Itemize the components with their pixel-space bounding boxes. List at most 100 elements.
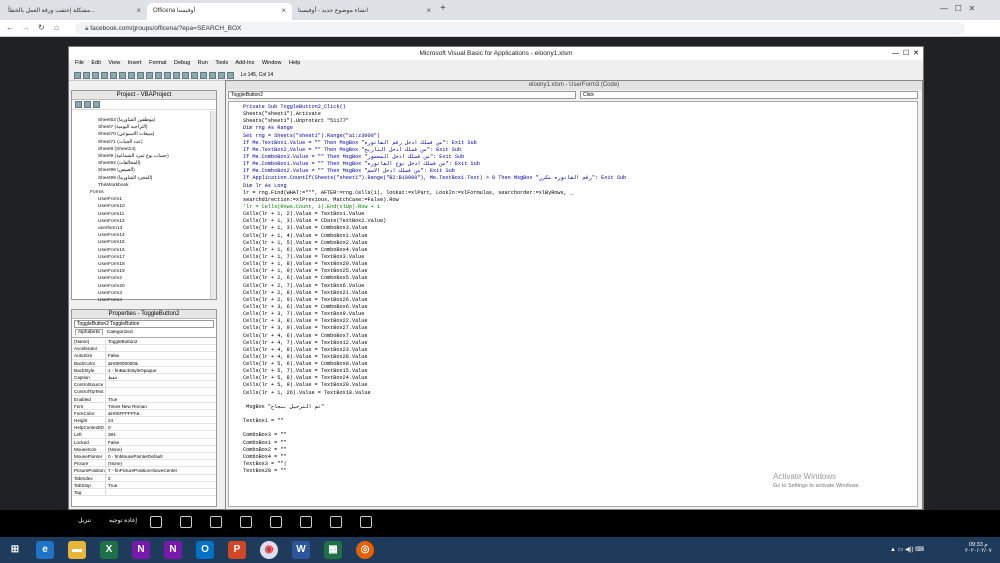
copy-icon[interactable] — [110, 72, 117, 79]
menu-run[interactable]: Run — [198, 60, 208, 66]
tree-item[interactable]: UserForm2 — [98, 275, 169, 282]
view-object-icon[interactable] — [84, 101, 91, 108]
tree-item[interactable]: Sheet71 (عدد الجبات) — [98, 139, 169, 146]
property-row[interactable]: AutoSize False — [72, 352, 216, 360]
property-row[interactable]: Accelerator — [72, 345, 216, 353]
tree-item[interactable]: UserForm18 — [98, 261, 169, 268]
menu-tools[interactable]: Tools — [215, 60, 228, 66]
tree-item[interactable]: UserForm19 — [98, 268, 169, 275]
tree-item[interactable]: UserForm4 — [98, 297, 169, 304]
menu-addins[interactable]: Add-Ins — [235, 60, 254, 66]
rotate-icon[interactable] — [270, 516, 282, 528]
procedure-combo[interactable]: Click — [580, 91, 918, 99]
home-icon[interactable]: ⌂ — [54, 23, 59, 32]
outlook-icon[interactable]: O — [196, 541, 214, 559]
share-icon[interactable] — [150, 516, 162, 528]
property-row[interactable]: Height 24 — [72, 417, 216, 425]
property-value[interactable]: 0 — [106, 424, 111, 430]
property-row[interactable]: Locked False — [72, 438, 216, 446]
tree-item[interactable]: Sheet96 (الصيص) — [98, 167, 169, 174]
ie-icon[interactable]: e — [36, 541, 54, 559]
onenote-icon[interactable]: N — [132, 541, 150, 559]
tree-folder-forms[interactable]: Forms — [90, 189, 169, 196]
excel-icon[interactable]: X — [100, 541, 118, 559]
tree-item[interactable]: Sheet92 (المخالفات) — [98, 160, 169, 167]
tree-item[interactable]: UserForm14 — [98, 232, 169, 239]
powerpoint-icon[interactable]: P — [228, 541, 246, 559]
firefox-icon[interactable]: ◎ — [356, 541, 374, 559]
property-value[interactable]: (None) — [106, 446, 122, 452]
property-row[interactable]: TabIndex 2 — [72, 474, 216, 482]
menu-window[interactable]: Window — [262, 60, 282, 66]
property-value[interactable]: حفظ — [106, 374, 118, 380]
tree-item[interactable]: UserForm10 — [98, 203, 169, 210]
property-value[interactable]: False — [106, 439, 119, 445]
undo-icon[interactable] — [137, 72, 144, 79]
more-icon[interactable] — [360, 516, 372, 528]
toolbox-icon[interactable] — [218, 72, 225, 79]
tree-item[interactable]: UserForm12 — [98, 218, 169, 225]
forward-link[interactable]: إعادة توجيه — [109, 517, 137, 524]
property-value[interactable]: ToggleButton2 — [106, 338, 137, 344]
back-icon[interactable]: ← — [6, 23, 14, 32]
word-icon[interactable]: W — [292, 541, 310, 559]
fullscreen-icon[interactable] — [330, 516, 342, 528]
excel-2-icon[interactable]: ▦ — [324, 541, 342, 559]
tree-item[interactable]: Sheet9 (حساب نوع تمرد الشماعية) — [98, 153, 169, 160]
find-icon[interactable] — [128, 72, 135, 79]
crop-icon[interactable] — [240, 516, 252, 528]
property-value[interactable]: &H00000000& — [106, 360, 138, 366]
menu-insert[interactable]: Insert — [128, 60, 142, 66]
property-value[interactable]: 2 — [106, 475, 111, 481]
object-browser-icon[interactable] — [209, 72, 216, 79]
close-icon[interactable]: × — [281, 6, 286, 15]
start-icon[interactable]: ⊞ — [6, 541, 24, 559]
tab-categorized[interactable]: Categorized — [105, 330, 135, 335]
vba-window-controls[interactable]: — ☐ ✕ — [892, 49, 919, 57]
tree-item[interactable]: ThisWorkbook — [98, 182, 169, 189]
tree-item[interactable]: Sheet7 (التراجيه اليومية) — [98, 124, 169, 131]
browser-tab-1[interactable]: مشكلة إختفت ورقة العمل بالخطأ... × — [2, 3, 147, 20]
property-value[interactable]: (None) — [106, 460, 122, 466]
browser-tab-2[interactable]: Officena أوفيسنا × — [147, 3, 292, 20]
window-controls[interactable]: — ☐ ✕ — [940, 4, 975, 13]
break-icon[interactable] — [164, 72, 171, 79]
tree-item[interactable]: Sheet99 (المجرد الشاورما) — [98, 175, 169, 182]
options-icon[interactable] — [300, 516, 312, 528]
tab-alphabetic[interactable]: Alphabetic — [75, 329, 104, 335]
help-icon[interactable] — [227, 72, 234, 79]
onenote-2-icon[interactable]: N — [164, 541, 182, 559]
property-row[interactable]: HelpContextID 0 — [72, 424, 216, 432]
property-row[interactable]: MouseIcon (None) — [72, 445, 216, 453]
property-value[interactable]: True — [106, 482, 117, 488]
menu-help[interactable]: Help — [289, 60, 300, 66]
property-row[interactable]: ControlSource — [72, 381, 216, 389]
menu-debug[interactable]: Debug — [174, 60, 190, 66]
menu-view[interactable]: View — [108, 60, 120, 66]
menu-edit[interactable]: Edit — [91, 60, 100, 66]
property-row[interactable]: BackStyle 1 - fmBackStyleOpaque — [72, 366, 216, 374]
property-row[interactable]: BackColor &H00000000& — [72, 359, 216, 367]
tree-item[interactable]: UserForm17 — [98, 254, 169, 261]
code-editor[interactable]: Private Sub ToggleButton2_Click() Sheets(… — [228, 101, 918, 507]
property-row[interactable]: ControlTipText — [72, 388, 216, 396]
reload-icon[interactable]: ↻ — [38, 23, 45, 32]
object-select[interactable]: ToggleButton2 ToggleButton — [74, 320, 214, 328]
tree-item[interactable]: UserForm11 — [98, 211, 169, 218]
tag-icon[interactable] — [180, 516, 192, 528]
toggle-folders-icon[interactable] — [93, 101, 100, 108]
tree-item[interactable]: UserForm3 — [98, 290, 169, 297]
project-explorer-icon[interactable] — [191, 72, 198, 79]
tree-item[interactable]: Sheet70 (مبيعات الاسبوعي) — [98, 131, 169, 138]
property-row[interactable]: Tag — [72, 488, 216, 497]
property-value[interactable]: 24 — [106, 417, 113, 423]
system-tray-icons[interactable]: ▲ ▭ ◀)) ⌨ — [890, 546, 924, 553]
property-row[interactable]: Left 384 — [72, 431, 216, 439]
tree-item[interactable]: userform13 — [98, 225, 169, 232]
property-value[interactable]: 384 — [106, 431, 116, 437]
tree-item[interactable]: UserForm1 — [98, 196, 169, 203]
chrome-icon[interactable]: ◉ — [260, 541, 278, 559]
property-value[interactable]: False — [106, 352, 119, 358]
design-icon[interactable] — [182, 72, 189, 79]
clock[interactable]: 09:33 م ٢٠٢٠/٠٢/٠٧ — [965, 542, 992, 554]
